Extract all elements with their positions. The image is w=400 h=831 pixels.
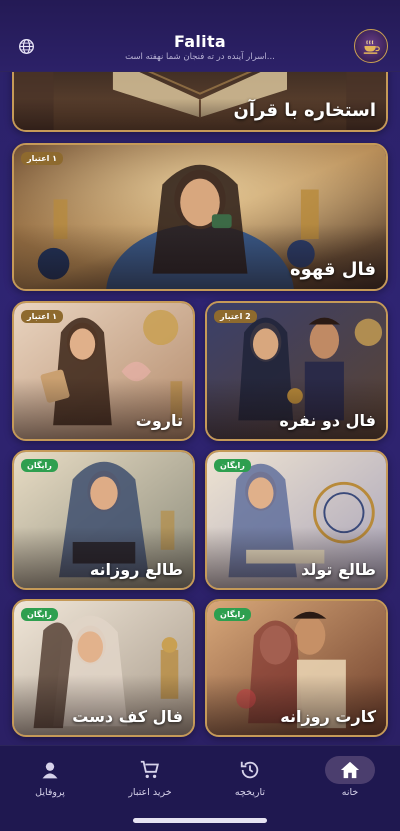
card-title: تاروت xyxy=(135,411,183,430)
coffee-cup-logo-icon xyxy=(354,29,388,63)
card-title: کارت روزانه xyxy=(280,707,376,726)
cart-icon xyxy=(125,756,175,784)
card-daily-horoscope[interactable]: رایگان طالع روزانه xyxy=(12,450,195,590)
app-header: Falita اسرار آینده در ته فنجان شما نهفته… xyxy=(0,0,400,72)
free-badge: رایگان xyxy=(214,459,251,472)
card-couple-fortune[interactable]: 2 اعتبار فال دو نفره xyxy=(205,301,388,441)
credit-badge: ۱ اعتبار xyxy=(21,152,64,165)
credit-badge: ۱ اعتبار xyxy=(21,310,64,323)
app-screen: Falita اسرار آینده در ته فنجان شما نهفته… xyxy=(0,0,400,831)
history-icon xyxy=(225,756,275,784)
user-icon xyxy=(25,756,75,784)
nav-home[interactable]: خانه xyxy=(300,746,400,806)
card-title: طالع روزانه xyxy=(89,560,183,579)
app-title: Falita xyxy=(173,32,226,51)
nav-buy-credit[interactable]: خرید اعتبار xyxy=(100,746,200,806)
card-tarot[interactable]: ۱ اعتبار تاروت xyxy=(12,301,195,441)
home-indicator xyxy=(133,818,267,823)
home-icon xyxy=(325,756,375,784)
credit-badge: 2 اعتبار xyxy=(214,310,257,323)
card-daily-card[interactable]: رایگان کارت روزانه xyxy=(205,599,388,737)
nav-label: پروفایل xyxy=(35,787,65,798)
nav-history[interactable]: تاریخچه xyxy=(200,746,300,806)
nav-label: تاریخچه xyxy=(234,787,266,798)
card-birth-horoscope[interactable]: رایگان طالع تولد xyxy=(205,450,388,590)
card-title: استخاره با قرآن xyxy=(233,100,376,121)
free-badge: رایگان xyxy=(214,608,251,621)
free-badge: رایگان xyxy=(21,608,58,621)
card-coffee-fortune[interactable]: ۱ اعتبار فال قهوه xyxy=(12,143,388,291)
nav-profile[interactable]: پروفایل xyxy=(0,746,100,806)
nav-label: خرید اعتبار xyxy=(128,787,172,798)
card-title: فال قهوه xyxy=(289,259,376,280)
nav-label: خانه xyxy=(341,787,359,798)
free-badge: رایگان xyxy=(21,459,58,472)
card-palm-reading[interactable]: رایگان فال کف دست xyxy=(12,599,195,737)
card-title: فال کف دست xyxy=(72,707,183,726)
card-title: فال دو نفره xyxy=(279,411,376,430)
app-subtitle: اسرار آینده در ته فنجان شما نهفته است... xyxy=(125,52,275,62)
card-title: طالع تولد xyxy=(301,560,376,579)
